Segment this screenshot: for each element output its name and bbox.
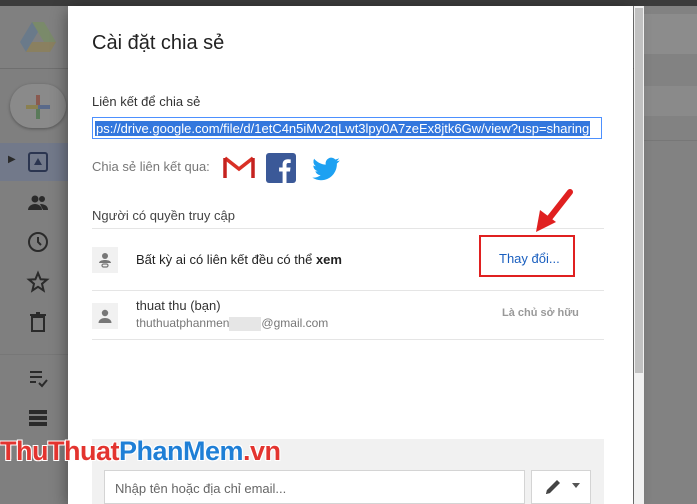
person-icon bbox=[98, 309, 112, 323]
email-suffix: @gmail.com bbox=[261, 316, 329, 330]
chevron-right-icon: ▶ bbox=[8, 154, 16, 165]
watermark-part: Phan bbox=[118, 436, 184, 466]
twitter-icon[interactable] bbox=[309, 154, 343, 184]
drive-logo-icon bbox=[20, 22, 56, 52]
plus-icon bbox=[26, 95, 50, 119]
facebook-icon[interactable] bbox=[266, 153, 296, 183]
trash-icon[interactable] bbox=[26, 310, 50, 334]
new-button[interactable] bbox=[10, 84, 66, 128]
email-redaction bbox=[229, 316, 262, 331]
divider bbox=[92, 228, 604, 229]
chevron-down-icon bbox=[572, 483, 580, 488]
access-level: xem bbox=[315, 252, 342, 267]
watermark-part: Thu bbox=[0, 436, 48, 466]
link-access-description: Bất kỳ ai có liên kết đều có thể xem bbox=[136, 252, 342, 267]
share-via-label: Chia sẻ liên kết qua: bbox=[92, 159, 210, 174]
watermark-part: Mem bbox=[183, 436, 244, 466]
divider bbox=[92, 339, 604, 340]
access-text: Bất kỳ ai có liên kết đều có thể bbox=[136, 252, 313, 267]
sidebar-divider bbox=[0, 354, 68, 355]
link-access-avatar bbox=[92, 247, 118, 273]
share-link-input[interactable]: ps://drive.google.com/file/d/1etC4n5iMv2… bbox=[92, 117, 602, 139]
search-bar-edge bbox=[644, 14, 697, 54]
clock-icon[interactable] bbox=[26, 230, 50, 254]
divider bbox=[92, 290, 604, 291]
drive-folder-icon bbox=[28, 152, 48, 172]
dialog-title: Cài đặt chia sẻ bbox=[92, 32, 225, 54]
change-access-button[interactable]: Thay đổi... bbox=[499, 251, 560, 266]
access-section-title: Người có quyền truy cập bbox=[92, 208, 235, 223]
owner-role: Là chủ sở hữu bbox=[502, 307, 579, 319]
dialog-scrollbar-thumb[interactable] bbox=[635, 8, 643, 373]
tasks-icon[interactable] bbox=[26, 366, 50, 390]
owner-name: thuat thu (bạn) bbox=[136, 298, 221, 313]
person-link-icon bbox=[99, 253, 111, 268]
watermark-part: .vn bbox=[243, 436, 281, 466]
share-link-value: ps://drive.google.com/file/d/1etC4n5iMv2… bbox=[95, 121, 591, 136]
right-divider bbox=[644, 140, 697, 141]
storage-icon[interactable] bbox=[26, 406, 50, 430]
toolbar-button-edge bbox=[644, 86, 697, 116]
gmail-icon[interactable] bbox=[223, 154, 255, 180]
owner-email: thuthuatphanmen @gmail.com bbox=[136, 316, 328, 331]
shared-people-icon[interactable] bbox=[26, 191, 50, 215]
site-watermark-logo: ThuThuatPhanMem.vn bbox=[0, 436, 300, 476]
email-prefix: thuthuatphanmen bbox=[136, 316, 230, 330]
invite-placeholder: Nhập tên hoặc địa chỉ email... bbox=[115, 481, 287, 496]
red-arrow-annotation bbox=[536, 189, 573, 232]
permission-dropdown[interactable] bbox=[531, 470, 591, 504]
watermark-part: Thuat bbox=[47, 436, 120, 466]
share-settings-dialog: Cài đặt chia sẻ Liên kết để chia sẻ ps:/… bbox=[68, 6, 633, 504]
share-link-label: Liên kết để chia sẻ bbox=[92, 94, 201, 109]
star-icon[interactable] bbox=[26, 270, 50, 294]
pencil-icon bbox=[546, 480, 560, 494]
drive-right-panel bbox=[644, 6, 697, 504]
owner-avatar bbox=[92, 303, 118, 329]
